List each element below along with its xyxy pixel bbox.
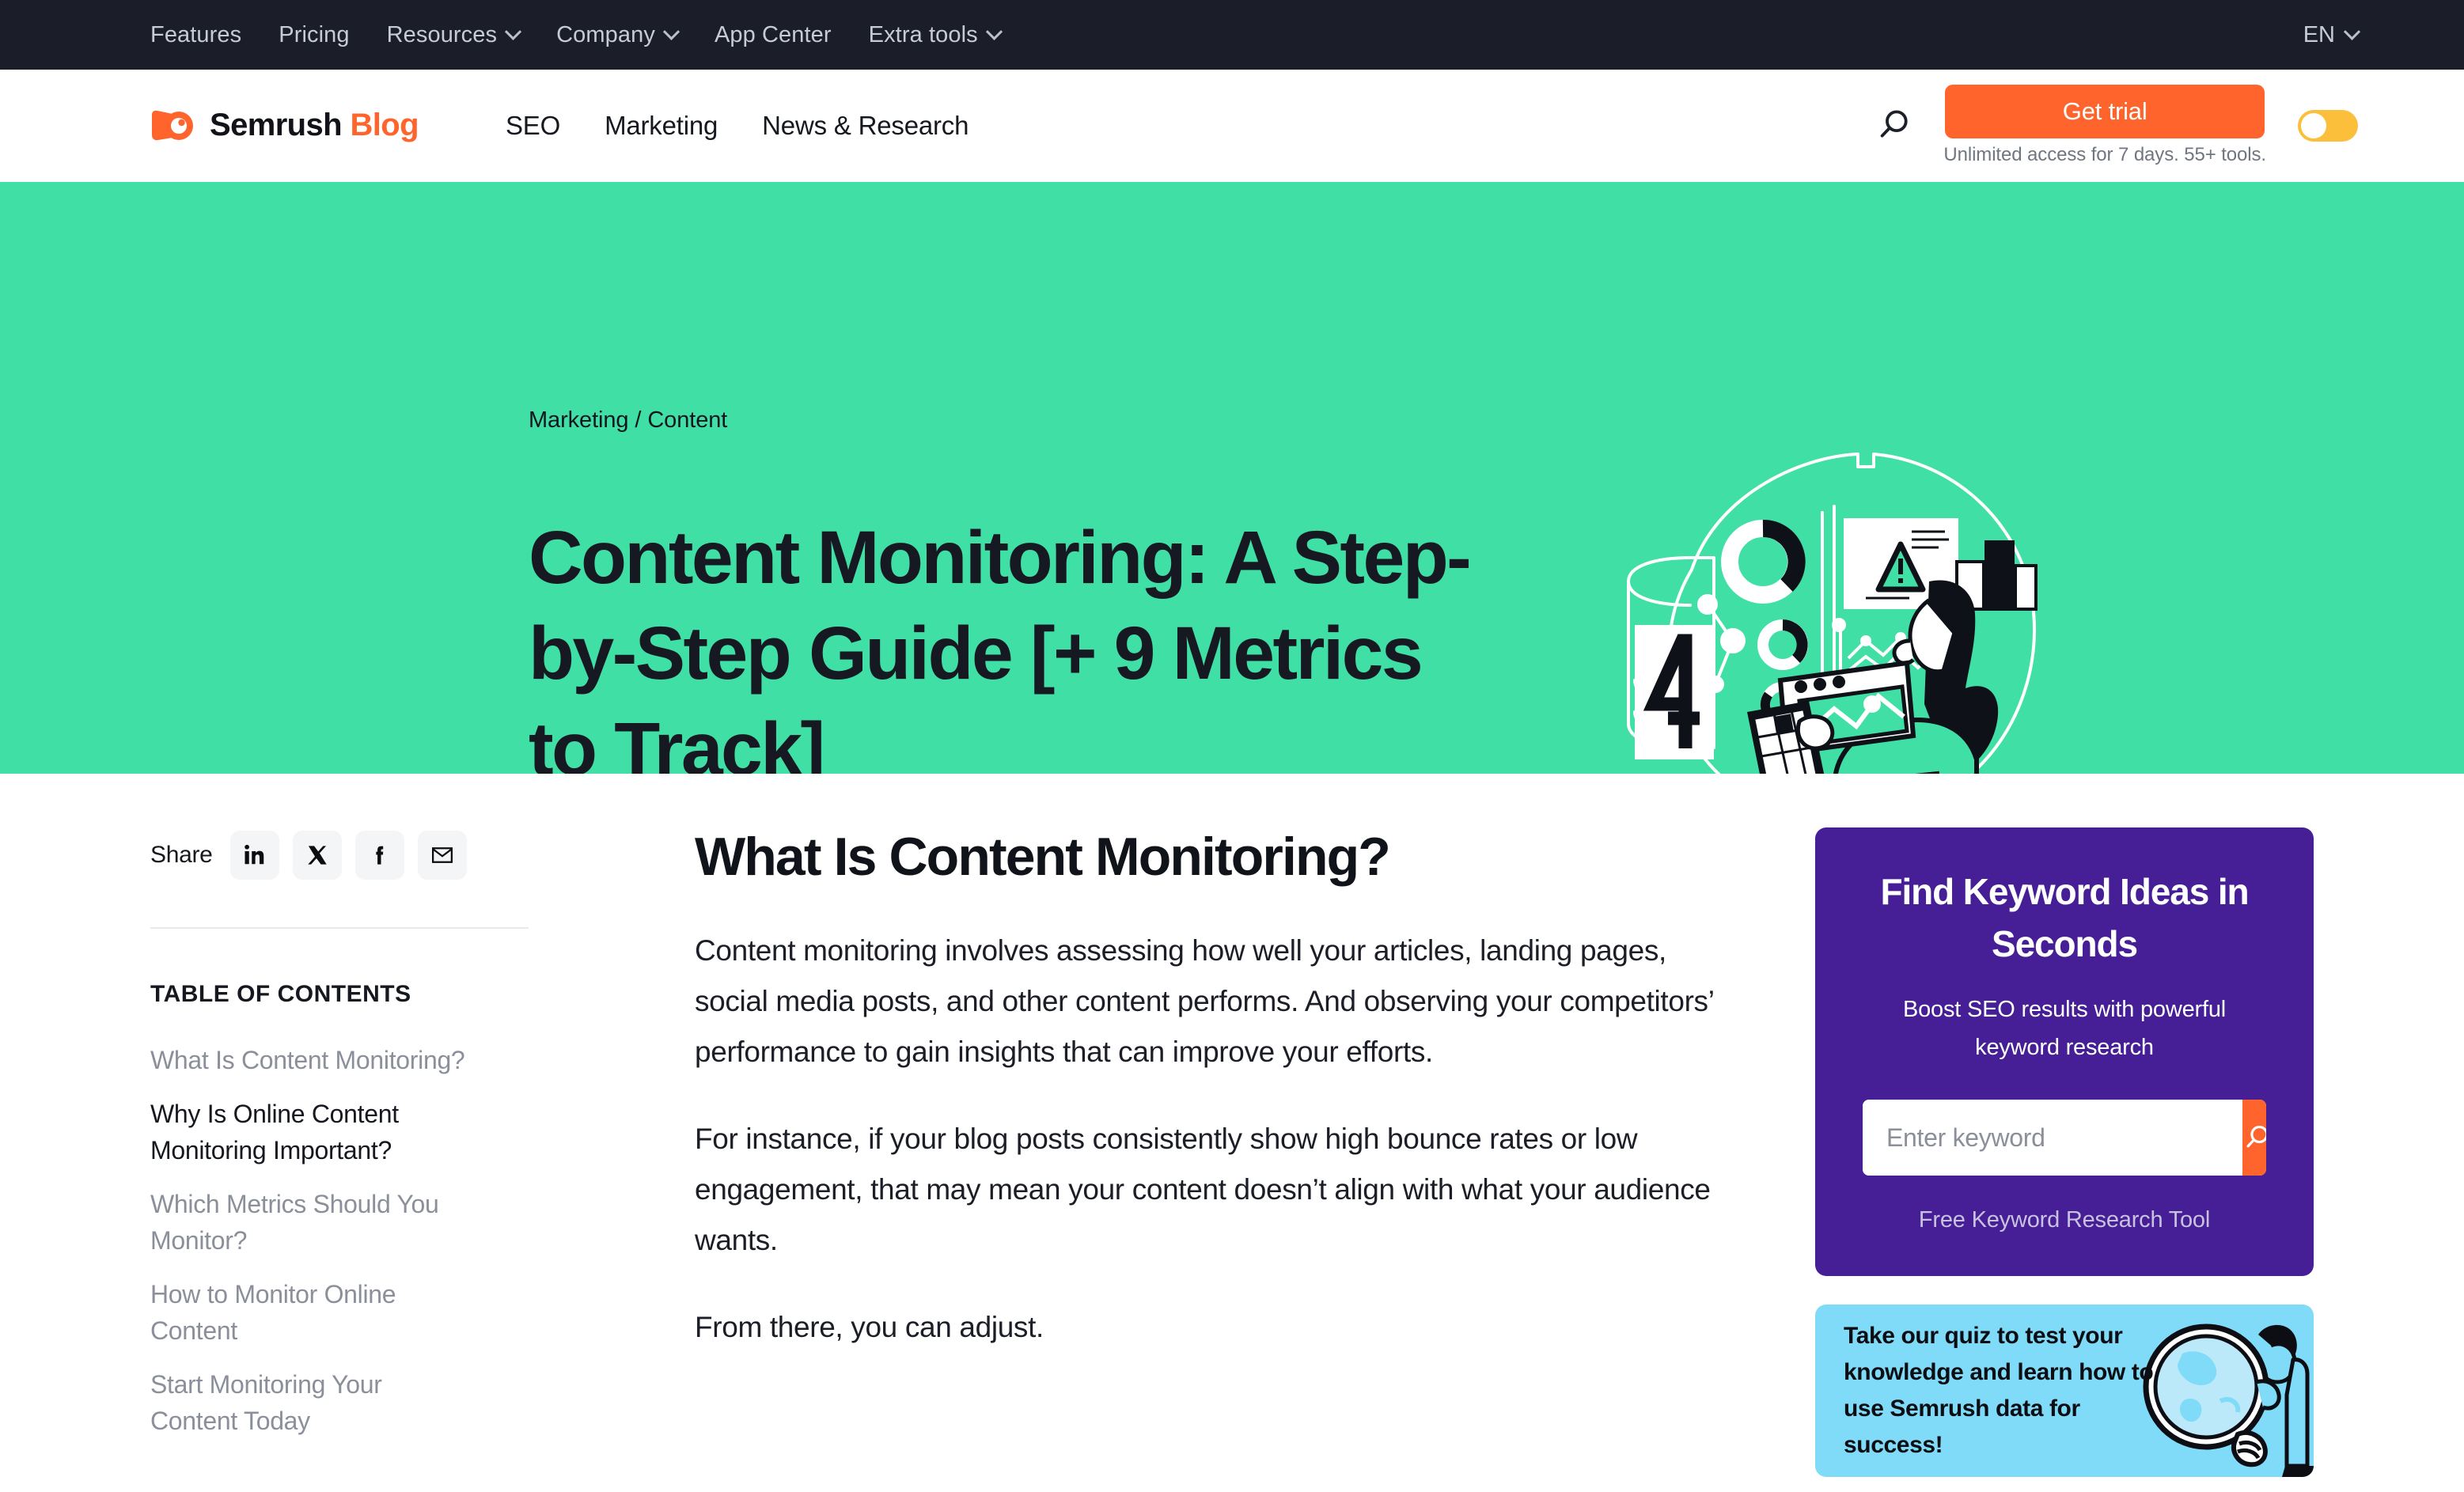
article-body: What Is Content Monitoring? Content moni… — [529, 774, 1744, 1477]
keyword-widget-subtitle: Boost SEO results with powerful keyword … — [1902, 997, 2227, 1060]
top-nav-item-pricing[interactable]: Pricing — [279, 22, 349, 48]
share-x-button[interactable] — [292, 831, 342, 880]
breadcrumb-separator: / — [635, 407, 642, 433]
article-paragraph: Content monitoring involves assessing ho… — [695, 934, 1714, 1068]
page-title: Content Monitoring: A Step-by-Step Guide… — [529, 516, 1472, 774]
chevron-down-icon — [662, 23, 680, 40]
top-nav-label: Features — [150, 21, 242, 47]
keyword-search-row — [1863, 1100, 2266, 1176]
toc-item-which-metrics-should-you-monitor[interactable]: Which Metrics Should You Monitor? — [150, 1186, 467, 1259]
person-with-magnifier-icon — [2143, 1323, 2314, 1477]
chevron-down-icon — [505, 23, 522, 40]
top-nav: Features Pricing Resources Company App C… — [150, 21, 1003, 48]
language-selector[interactable]: EN — [2303, 21, 2361, 48]
brand-suffix: Blog — [350, 108, 419, 142]
quiz-banner-text: Take our quiz to test your knowledge and… — [1844, 1323, 2154, 1458]
quiz-banner[interactable]: Take our quiz to test your knowledge and… — [1815, 1305, 2314, 1477]
article-paragraph: From there, you can adjust. — [695, 1311, 1044, 1343]
article-hero: Marketing / Content Content Monitoring: … — [0, 182, 2464, 774]
trial-note: Unlimited access for 7 days. 55+ tools. — [1943, 144, 2266, 165]
section-heading: What Is Content Monitoring? — [695, 827, 1391, 887]
dashboard-analyst-illustration — [1627, 453, 2038, 774]
toc-item-why-is-online-content-monitoring-important[interactable]: Why Is Online Content Monitoring Importa… — [150, 1096, 467, 1168]
site-header: Semrush Blog SEO Marketing News & Resear… — [0, 70, 2464, 182]
left-sidebar: Share TABLE OF CONTENTS What Is Content … — [150, 774, 529, 1477]
sidebar-divider — [150, 927, 529, 929]
get-trial-button[interactable]: Get trial — [1945, 85, 2265, 138]
main-nav-item-news-research[interactable]: News & Research — [762, 111, 969, 141]
share-linkedin-button[interactable] — [229, 831, 279, 880]
toc-item-how-to-monitor-online-content[interactable]: How to Monitor Online Content — [150, 1276, 467, 1349]
share-row: Share — [150, 831, 529, 880]
chevron-down-icon — [985, 23, 1003, 40]
semrush-logo-icon — [152, 110, 193, 140]
top-nav-label: Resources — [386, 21, 498, 47]
top-utility-bar: Features Pricing Resources Company App C… — [0, 0, 2464, 70]
search-icon — [2246, 1125, 2266, 1148]
share-facebook-button[interactable] — [354, 831, 404, 880]
top-nav-item-app-center[interactable]: App Center — [715, 22, 832, 48]
toggle-knob — [2301, 112, 2326, 138]
keyword-widget: Find Keyword Ideas in Seconds Boost SEO … — [1815, 827, 2314, 1276]
keyword-search-input[interactable] — [1863, 1100, 2242, 1176]
trial-block: Get trial Unlimited access for 7 days. 5… — [1943, 85, 2266, 166]
toc-heading: TABLE OF CONTENTS — [150, 981, 411, 1007]
brand-text: Semrush Blog — [210, 108, 419, 143]
share-email-button[interactable] — [417, 831, 467, 880]
main-nav-item-seo[interactable]: SEO — [506, 111, 560, 141]
breadcrumb: Marketing / Content — [529, 407, 727, 434]
brand-name: Semrush — [210, 108, 343, 142]
language-label: EN — [2303, 21, 2335, 47]
linkedin-icon — [244, 844, 263, 865]
toc-list: What Is Content Monitoring? Why Is Onlin… — [150, 1042, 529, 1439]
keyword-tool-link[interactable]: Free Keyword Research Tool — [1863, 1207, 2266, 1233]
toc-item-what-is-content-monitoring[interactable]: What Is Content Monitoring? — [150, 1042, 467, 1078]
article-paragraph: For instance, if your blog posts consist… — [695, 1123, 1711, 1256]
page-root: Features Pricing Resources Company App C… — [0, 0, 2464, 1492]
top-nav-item-features[interactable]: Features — [150, 22, 241, 48]
top-nav-label: Pricing — [279, 21, 350, 47]
chevron-down-icon — [2343, 23, 2361, 40]
right-sidebar: Find Keyword Ideas in Seconds Boost SEO … — [1815, 774, 2314, 1477]
breadcrumb-parent[interactable]: Marketing — [529, 407, 629, 433]
top-nav-label: Extra tools — [868, 21, 978, 47]
toc-item-start-monitoring-your-content-today[interactable]: Start Monitoring Your Content Today — [150, 1366, 467, 1439]
top-nav-label: Company — [556, 21, 655, 47]
main-nav: SEO Marketing News & Research — [506, 111, 969, 141]
email-icon — [431, 847, 453, 863]
keyword-widget-title: Find Keyword Ideas in Seconds — [1880, 871, 2249, 964]
top-nav-item-extra-tools[interactable]: Extra tools — [868, 21, 1003, 48]
keyword-search-button[interactable] — [2242, 1100, 2266, 1176]
main-nav-item-marketing[interactable]: Marketing — [605, 111, 718, 141]
top-nav-label: App Center — [714, 21, 832, 47]
top-nav-item-company[interactable]: Company — [556, 21, 680, 48]
facebook-icon — [375, 846, 383, 865]
search-icon[interactable] — [1875, 108, 1912, 144]
content-area: Share TABLE OF CONTENTS What Is Content … — [0, 774, 2464, 1477]
dark-mode-toggle[interactable] — [2298, 109, 2358, 142]
x-twitter-icon — [307, 846, 327, 865]
brand-logo-link[interactable]: Semrush Blog — [150, 108, 419, 144]
share-label: Share — [150, 842, 213, 868]
top-nav-item-resources[interactable]: Resources — [386, 21, 522, 48]
breadcrumb-current[interactable]: Content — [647, 407, 727, 433]
header-actions: Get trial Unlimited access for 7 days. 5… — [1875, 85, 2358, 166]
